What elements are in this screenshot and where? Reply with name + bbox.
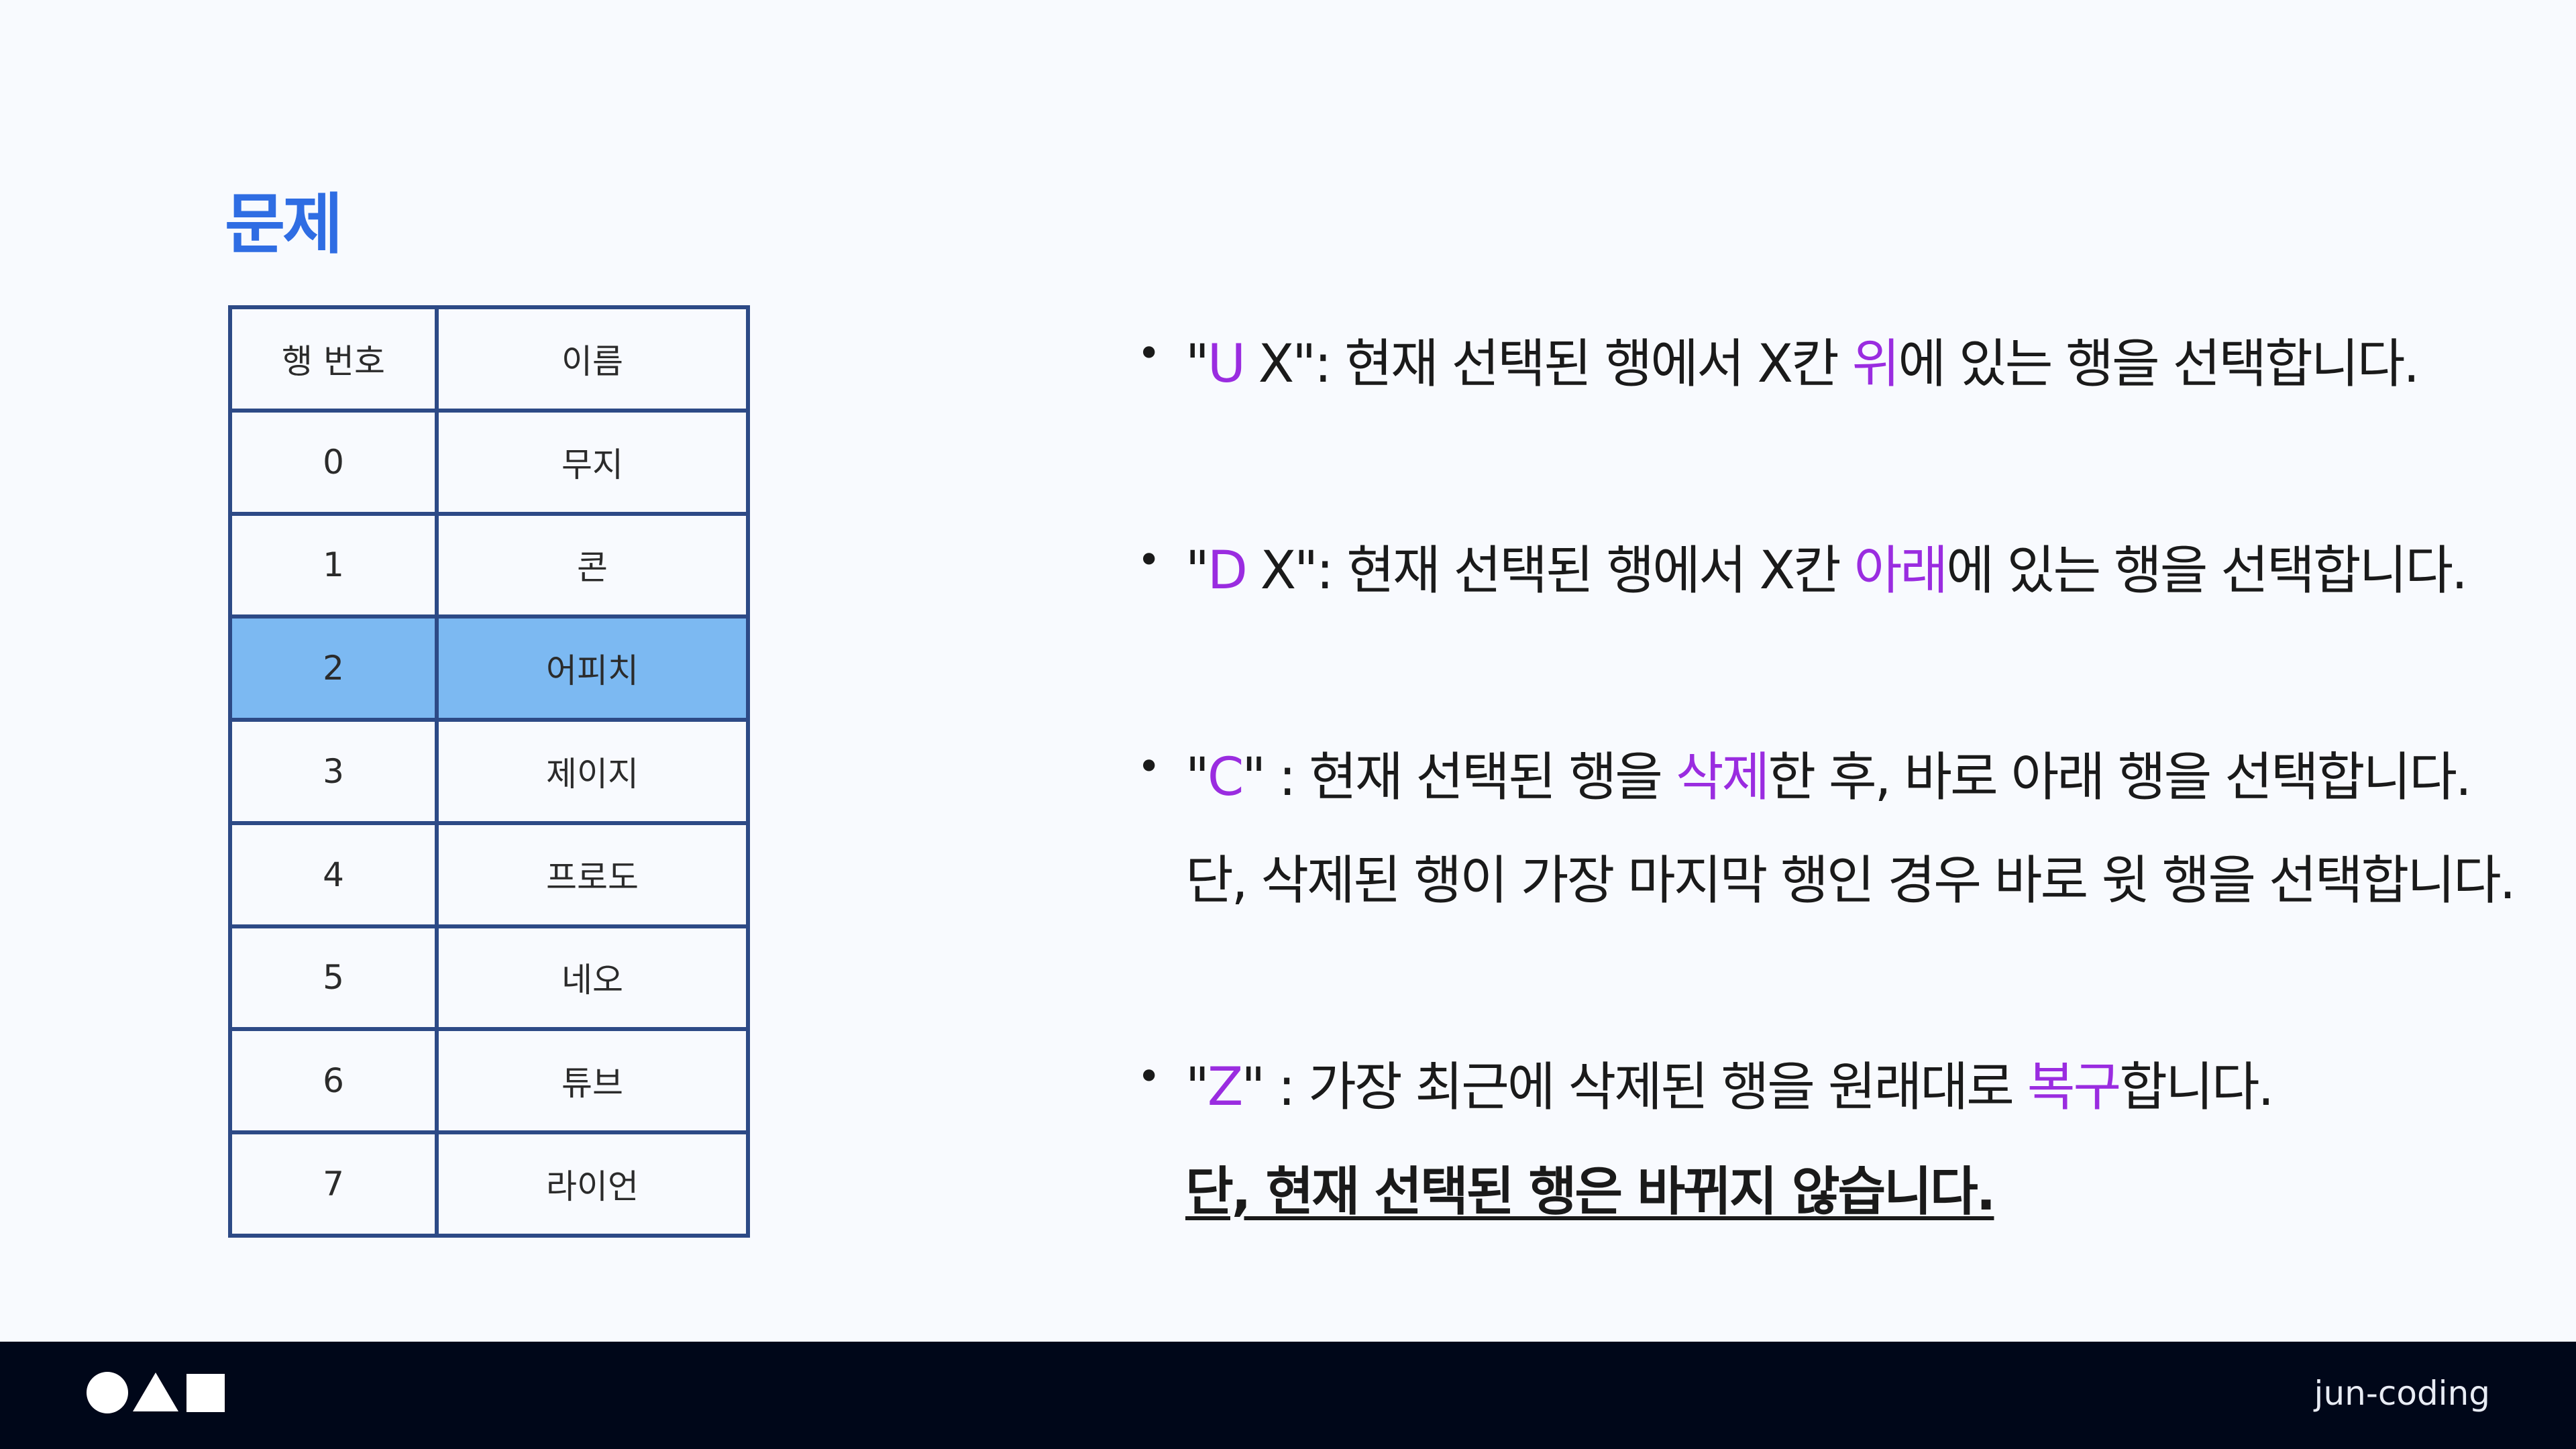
quote: " <box>1185 541 1210 601</box>
table-row-selected: 2 어피치 <box>228 614 750 722</box>
row-name-cell: 무지 <box>435 408 750 516</box>
rule-keyword: 삭제 <box>1675 747 1770 808</box>
row-number-cell: 6 <box>228 1027 439 1135</box>
rows-table: 행 번호 이름 0 무지 1 콘 2 어피치 3 제이지 4 프로도 5 네오 … <box>228 305 750 1238</box>
rule-text: X": 현재 선택된 행에서 X칸 <box>1243 334 1852 394</box>
rule-keyword: 복구 <box>2027 1057 2122 1118</box>
header-row-number: 행 번호 <box>228 305 439 413</box>
command-letter: U <box>1207 334 1246 394</box>
rule-note-emphasis: 단, 현재 선택된 행은 바뀌지 않습니다. <box>1185 1162 1996 1222</box>
rule-keyword: 위 <box>1851 334 1900 394</box>
rule-text: " : 현재 선택된 행을 <box>1242 747 1676 808</box>
quote: " <box>1185 1057 1210 1118</box>
bullet-icon: • <box>1137 743 1161 790</box>
table-row: 5 네오 <box>228 924 750 1032</box>
row-name-cell: 제이지 <box>435 718 750 825</box>
brand-name: jun-coding <box>2314 1374 2490 1413</box>
rule-text: X": 현재 선택된 행에서 X칸 <box>1245 541 1854 601</box>
rule-keyword: 아래 <box>1854 541 1949 601</box>
table-row: 7 라이언 <box>228 1130 750 1238</box>
command-letter: D <box>1207 541 1248 601</box>
row-name-cell: 콘 <box>435 511 750 619</box>
row-number-cell: 7 <box>228 1130 439 1238</box>
bullet-icon: • <box>1137 330 1161 377</box>
table-row: 3 제이지 <box>228 718 750 825</box>
row-name-cell: 라이언 <box>435 1130 750 1238</box>
rule-note: 단, 삭제된 행이 가장 마지막 행인 경우 바로 윗 행을 선택합니다. <box>1185 851 2516 911</box>
quote: " <box>1185 747 1210 808</box>
command-letter: Z <box>1207 1057 1243 1118</box>
quote: " <box>1185 334 1210 394</box>
header-name: 이름 <box>435 305 750 413</box>
bullet-icon: • <box>1137 537 1161 584</box>
rule-text-rest: 한 후, 바로 아래 행을 선택합니다. <box>1768 747 2471 808</box>
row-number-cell: 3 <box>228 718 439 825</box>
row-number-cell: 2 <box>228 614 439 722</box>
table-row: 4 프로도 <box>228 820 750 928</box>
rule-text-rest: 에 있는 행을 선택합니다. <box>1898 334 2420 394</box>
rule-text-rest: 합니다. <box>2119 1057 2274 1118</box>
row-name-cell: 프로도 <box>435 820 750 928</box>
table-row: 6 튜브 <box>228 1027 750 1135</box>
command-letter: C <box>1207 747 1244 808</box>
row-number-cell: 0 <box>228 408 439 516</box>
table-row: 0 무지 <box>228 408 750 516</box>
row-name-cell: 어피치 <box>435 614 750 722</box>
row-number-cell: 4 <box>228 820 439 928</box>
footer-bar: jun-coding <box>0 1342 2576 1449</box>
table-row: 1 콘 <box>228 511 750 619</box>
table-header-row: 행 번호 이름 <box>228 305 750 413</box>
row-number-cell: 5 <box>228 924 439 1032</box>
rule-text-rest: 에 있는 행을 선택합니다. <box>1946 541 2468 601</box>
page-title: 문제 <box>225 186 343 263</box>
shapes-logo-icon <box>87 1372 225 1413</box>
rule-text: " : 가장 최근에 삭제된 행을 원래대로 <box>1241 1057 2027 1118</box>
row-name-cell: 네오 <box>435 924 750 1032</box>
row-number-cell: 1 <box>228 511 439 619</box>
row-name-cell: 튜브 <box>435 1027 750 1135</box>
bullet-icon: • <box>1137 1053 1161 1100</box>
